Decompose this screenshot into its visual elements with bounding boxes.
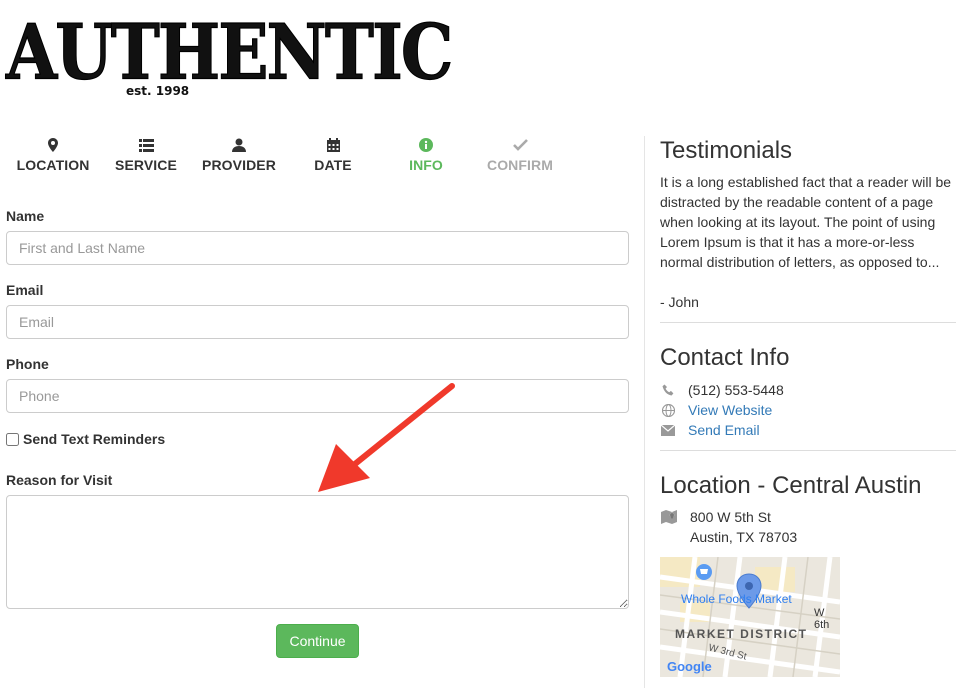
send-email-link[interactable]: Send Email [688,422,760,438]
contact-title: Contact Info [660,344,790,371]
step-date[interactable]: DATE [286,136,380,173]
reason-label: Reason for Visit [6,472,113,488]
section-divider [660,322,956,323]
location-map[interactable]: Whole Foods Market W 6th MARKET DISTRICT… [660,557,840,677]
map-street-label: W 6th [814,607,830,631]
step-label: CONFIRM [486,157,554,173]
continue-button[interactable]: Continue [276,624,359,658]
testimonial-author: - John [660,294,699,310]
map-poi-label: Whole Foods Market [681,592,792,606]
map-district-label: MARKET DISTRICT [675,627,808,641]
testimonials-title: Testimonials [660,137,793,164]
step-service[interactable]: SERVICE [99,136,193,173]
phone-icon [660,383,676,397]
name-label: Name [6,208,45,224]
map-icon [661,510,677,529]
email-label: Email [6,282,44,298]
email-input[interactable] [6,305,629,339]
booking-steps: LOCATION SERVICE PROVIDER DATE INFO CONF… [6,136,566,176]
step-label: INFO [409,157,443,173]
phone-input[interactable] [6,379,629,413]
name-input[interactable] [6,231,629,265]
google-logo: Google [667,659,712,674]
address-line-2: Austin, TX 78703 [690,529,798,545]
phone-label: Phone [6,356,49,372]
brand-logo: Authentic est. 1998 [6,6,454,102]
logo-established: est. 1998 [126,84,190,98]
testimonial-text: It is a long established fact that a rea… [660,174,952,270]
user-icon [192,136,286,154]
map-marker-icon [6,136,100,154]
text-reminders-row: Send Text Reminders [6,431,165,447]
step-confirm: CONFIRM [473,136,567,173]
contact-email-row: Send Email [660,420,760,440]
step-provider[interactable]: PROVIDER [192,136,286,173]
info-circle-icon [379,136,473,154]
step-label: PROVIDER [202,157,276,173]
globe-icon [660,403,676,417]
check-icon [473,136,567,154]
contact-phone: (512) 553-5448 [688,382,784,398]
step-info[interactable]: INFO [379,136,473,173]
envelope-icon [660,423,676,437]
step-label: DATE [314,157,352,173]
list-icon [99,136,193,154]
contact-phone-row: (512) 553-5448 [660,380,784,400]
section-divider [660,450,956,451]
location-title: Location - Central Austin [660,472,922,499]
step-label: SERVICE [115,157,177,173]
reason-textarea[interactable] [6,495,629,609]
contact-website-row: View Website [660,400,772,420]
view-website-link[interactable]: View Website [688,402,772,418]
text-reminders-checkbox[interactable] [6,432,19,446]
step-location[interactable]: LOCATION [6,136,100,173]
step-label: LOCATION [16,157,90,173]
text-reminders-label: Send Text Reminders [23,431,166,447]
sidebar-divider [644,136,645,688]
calendar-icon [286,136,380,154]
address-line-1: 800 W 5th St [690,509,771,525]
